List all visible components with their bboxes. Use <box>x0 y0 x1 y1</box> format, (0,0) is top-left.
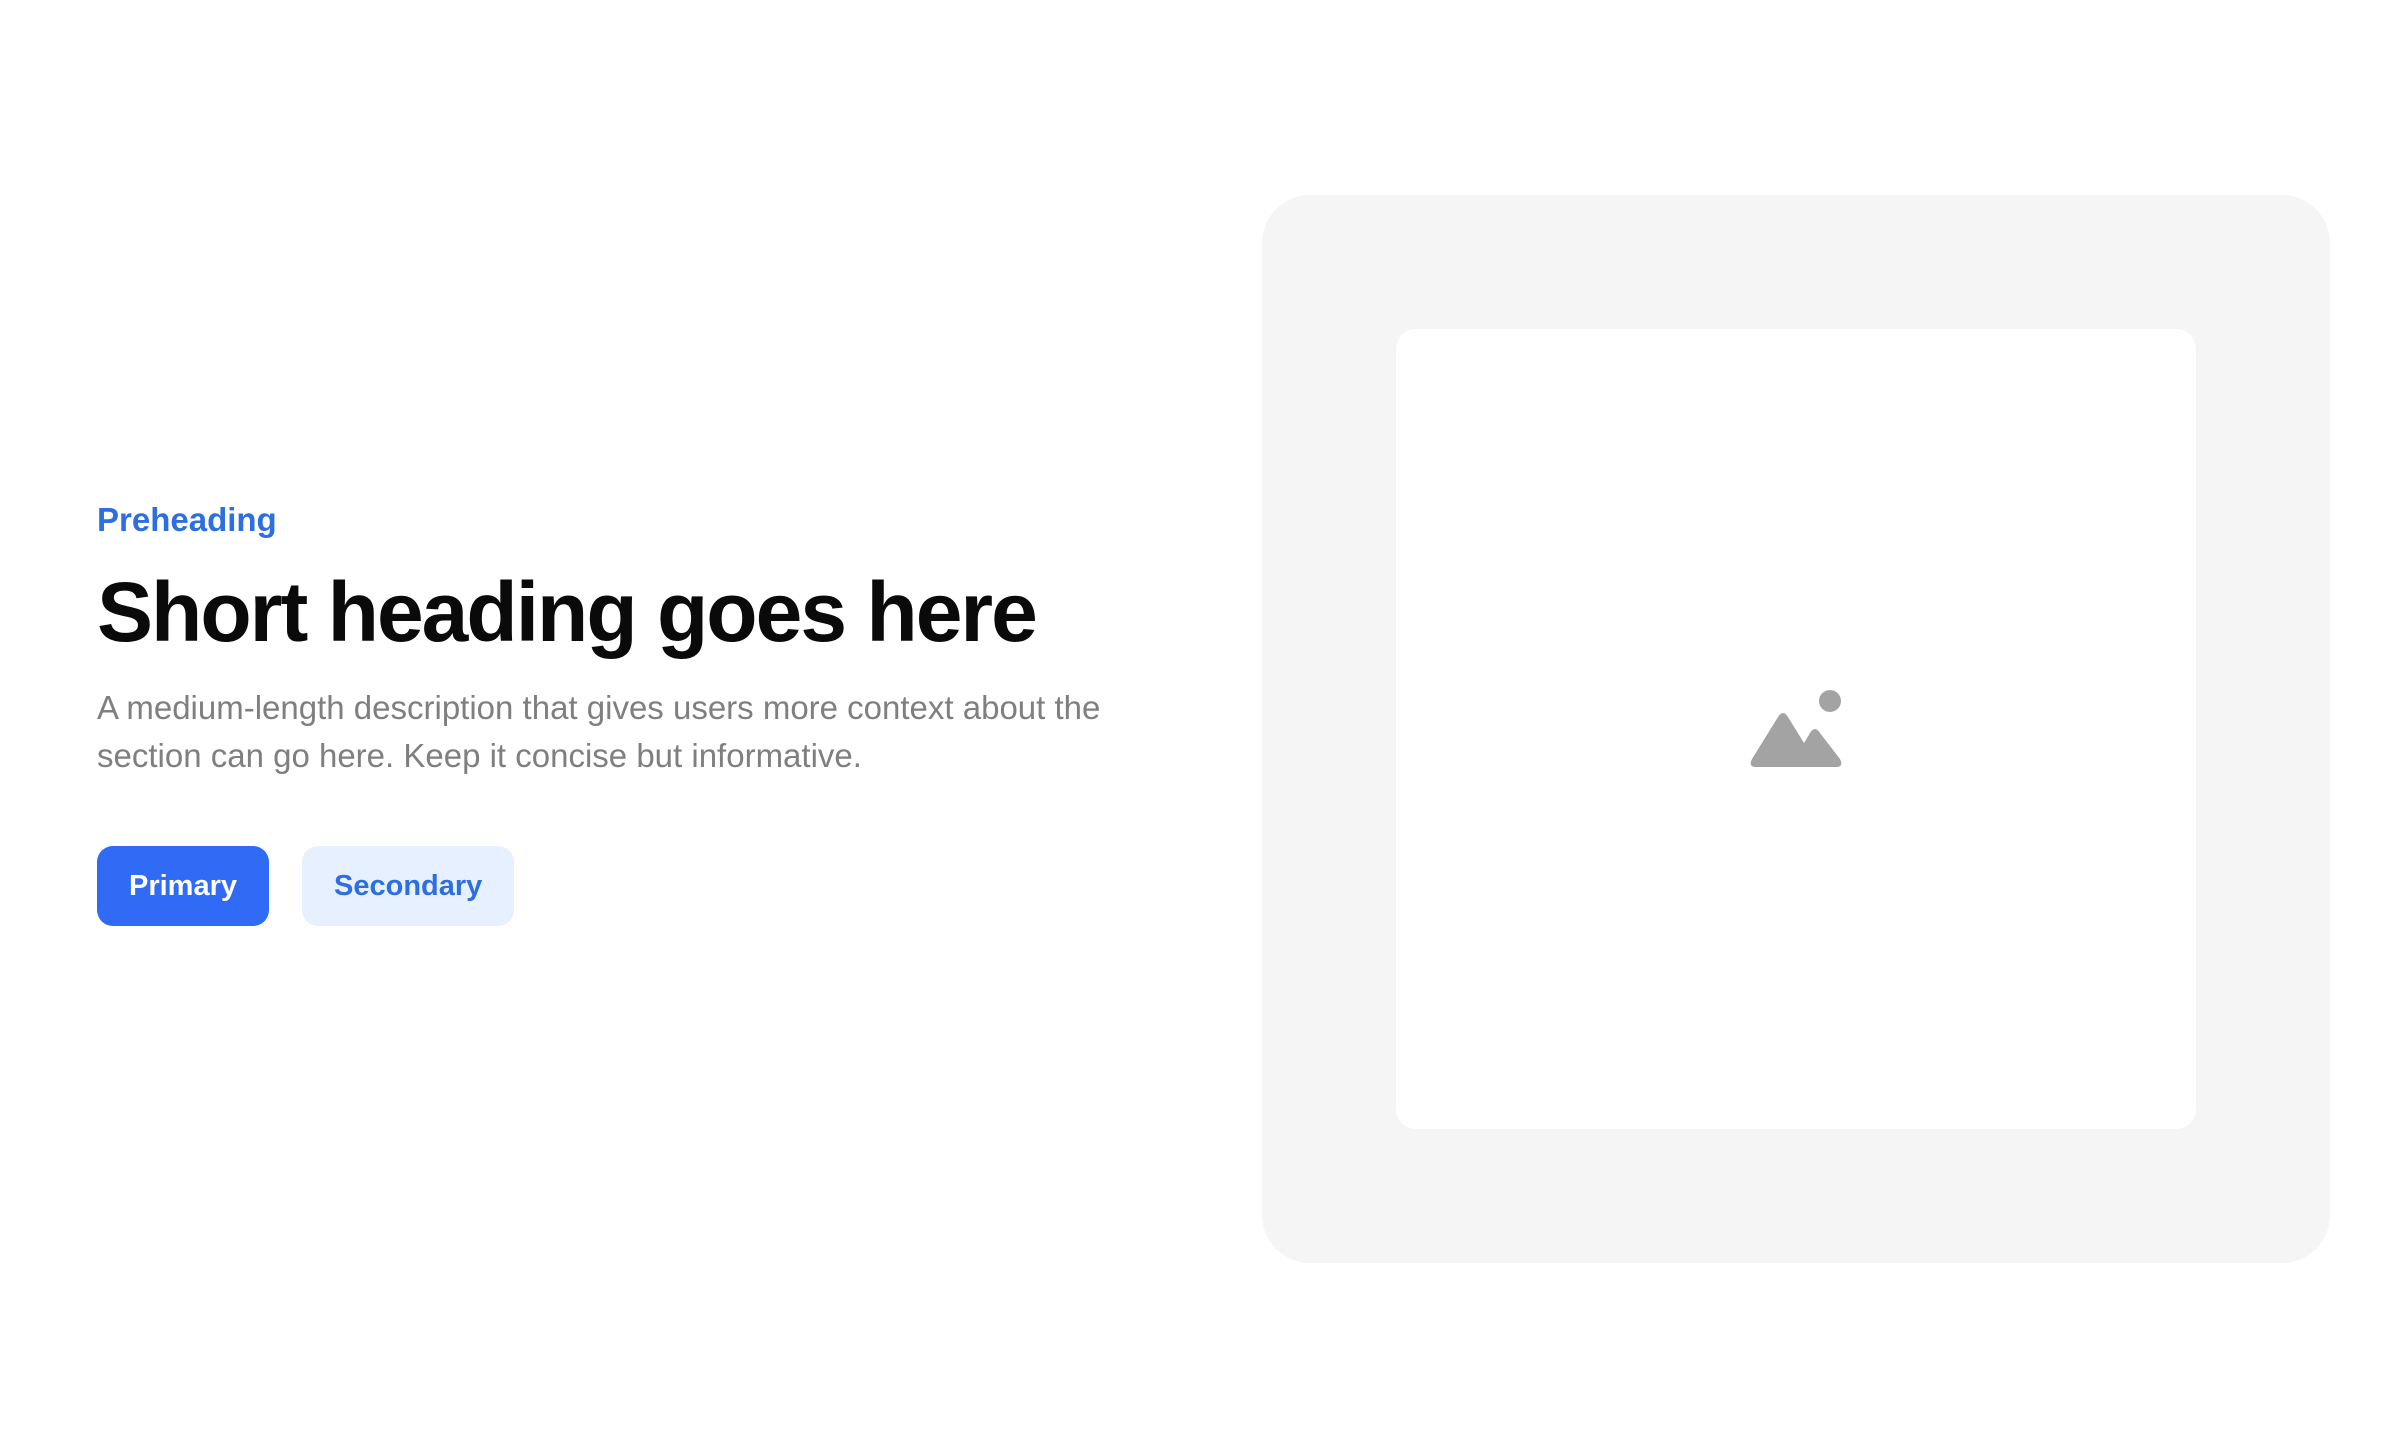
primary-button[interactable]: Primary <box>97 846 270 926</box>
button-group: Primary Secondary <box>97 846 1197 926</box>
image-placeholder-icon <box>1750 690 1842 767</box>
hero-section: Preheading Short heading goes here A med… <box>0 0 2400 1440</box>
description: A medium-length description that gives u… <box>97 689 1101 774</box>
secondary-button[interactable]: Secondary <box>302 846 515 926</box>
page-title: Short heading goes here <box>97 565 1038 659</box>
hero-text-column: Preheading Short heading goes here A med… <box>97 500 1197 926</box>
preheading: Preheading <box>97 501 277 538</box>
image-placeholder <box>1396 329 2196 1129</box>
media-frame <box>1262 195 2330 1263</box>
